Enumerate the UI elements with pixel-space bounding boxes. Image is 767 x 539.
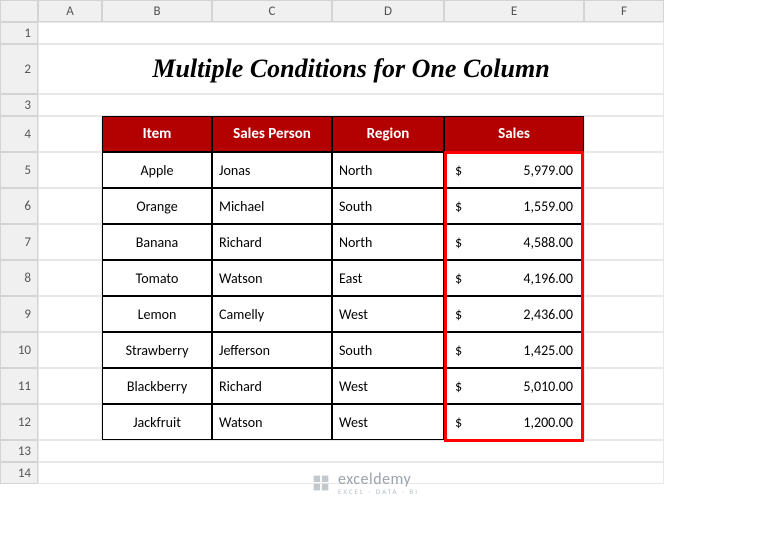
cell-empty[interactable] [584, 224, 664, 260]
cell-empty[interactable] [38, 332, 102, 368]
cell-region[interactable]: West [332, 404, 444, 440]
currency-symbol: $ [455, 270, 462, 287]
cell-empty[interactable] [584, 368, 664, 404]
cell-region[interactable]: North [332, 224, 444, 260]
cell-item[interactable]: Tomato [102, 260, 212, 296]
sales-value: 2,436.00 [523, 306, 573, 323]
cell-empty[interactable] [38, 404, 102, 440]
cell-item[interactable]: Apple [102, 152, 212, 188]
sales-value: 1,425.00 [523, 342, 573, 359]
cell-empty[interactable] [584, 116, 664, 152]
col-header-f[interactable]: F [584, 0, 664, 22]
cell-empty[interactable] [38, 440, 664, 462]
cell-region[interactable]: South [332, 332, 444, 368]
cell-sales[interactable]: $4,588.00 [444, 224, 584, 260]
cell-empty[interactable] [38, 260, 102, 296]
cell-empty[interactable] [38, 22, 664, 44]
currency-symbol: $ [455, 378, 462, 395]
col-header-c[interactable]: C [212, 0, 332, 22]
cell-empty[interactable] [38, 94, 664, 116]
sales-value: 4,196.00 [523, 270, 573, 287]
exceldemy-icon [310, 472, 332, 494]
cell-person[interactable]: Jefferson [212, 332, 332, 368]
col-header-d[interactable]: D [332, 0, 444, 22]
row-header-14[interactable]: 14 [0, 462, 38, 484]
row-header-5[interactable]: 5 [0, 152, 38, 188]
cell-region[interactable]: West [332, 296, 444, 332]
cell-person[interactable]: Richard [212, 224, 332, 260]
cell-person[interactable]: Michael [212, 188, 332, 224]
row-header-3[interactable]: 3 [0, 94, 38, 116]
cell-region[interactable]: West [332, 368, 444, 404]
cell-item[interactable]: Banana [102, 224, 212, 260]
cell-empty[interactable] [584, 188, 664, 224]
sales-value: 4,588.00 [523, 234, 573, 251]
page-title[interactable]: Multiple Conditions for One Column [38, 44, 664, 94]
cell-sales[interactable]: $1,200.00 [444, 404, 584, 440]
cell-empty[interactable] [584, 404, 664, 440]
cell-person[interactable]: Camelly [212, 296, 332, 332]
cell-item[interactable]: Strawberry [102, 332, 212, 368]
currency-symbol: $ [455, 234, 462, 251]
sales-value: 5,010.00 [523, 378, 573, 395]
header-item[interactable]: Item [102, 116, 212, 152]
header-sales-person[interactable]: Sales Person [212, 116, 332, 152]
row-header-1[interactable]: 1 [0, 22, 38, 44]
row-header-13[interactable]: 13 [0, 440, 38, 462]
currency-symbol: $ [455, 306, 462, 323]
cell-region[interactable]: North [332, 152, 444, 188]
cell-empty[interactable] [38, 296, 102, 332]
cell-sales[interactable]: $1,559.00 [444, 188, 584, 224]
row-header-7[interactable]: 7 [0, 224, 38, 260]
cell-empty[interactable] [38, 116, 102, 152]
col-header-b[interactable]: B [102, 0, 212, 22]
watermark-logo: exceldemy EXCEL · DATA · BI [310, 470, 419, 496]
cell-empty[interactable] [38, 188, 102, 224]
cell-item[interactable]: Jackfruit [102, 404, 212, 440]
cell-person[interactable]: Watson [212, 260, 332, 296]
grid-corner [0, 0, 38, 22]
row-header-4[interactable]: 4 [0, 116, 38, 152]
row-header-8[interactable]: 8 [0, 260, 38, 296]
cell-sales[interactable]: $2,436.00 [444, 296, 584, 332]
cell-sales[interactable]: $4,196.00 [444, 260, 584, 296]
cell-empty[interactable] [38, 152, 102, 188]
header-region[interactable]: Region [332, 116, 444, 152]
currency-symbol: $ [455, 414, 462, 431]
cell-sales[interactable]: $5,010.00 [444, 368, 584, 404]
cell-person[interactable]: Jonas [212, 152, 332, 188]
row-header-9[interactable]: 9 [0, 296, 38, 332]
cell-empty[interactable] [38, 224, 102, 260]
row-header-2[interactable]: 2 [0, 44, 38, 94]
cell-region[interactable]: East [332, 260, 444, 296]
spreadsheet-grid: A B C D E F 1 2 Multiple Conditions for … [0, 0, 767, 484]
currency-symbol: $ [455, 342, 462, 359]
currency-symbol: $ [455, 162, 462, 179]
row-header-11[interactable]: 11 [0, 368, 38, 404]
row-header-10[interactable]: 10 [0, 332, 38, 368]
cell-person[interactable]: Richard [212, 368, 332, 404]
cell-empty[interactable] [584, 260, 664, 296]
sales-value: 1,559.00 [523, 198, 573, 215]
cell-empty[interactable] [584, 296, 664, 332]
cell-empty[interactable] [584, 332, 664, 368]
cell-empty[interactable] [584, 152, 664, 188]
cell-sales[interactable]: $5,979.00 [444, 152, 584, 188]
watermark-tagline: EXCEL · DATA · BI [338, 487, 419, 496]
col-header-e[interactable]: E [444, 0, 584, 22]
cell-item[interactable]: Blackberry [102, 368, 212, 404]
col-header-a[interactable]: A [38, 0, 102, 22]
currency-symbol: $ [455, 198, 462, 215]
header-sales[interactable]: Sales [444, 116, 584, 152]
cell-region[interactable]: South [332, 188, 444, 224]
cell-person[interactable]: Watson [212, 404, 332, 440]
cell-item[interactable]: Lemon [102, 296, 212, 332]
cell-empty[interactable] [38, 368, 102, 404]
row-header-12[interactable]: 12 [0, 404, 38, 440]
sales-value: 5,979.00 [523, 162, 573, 179]
cell-sales[interactable]: $1,425.00 [444, 332, 584, 368]
sales-value: 1,200.00 [523, 414, 573, 431]
cell-item[interactable]: Orange [102, 188, 212, 224]
row-header-6[interactable]: 6 [0, 188, 38, 224]
